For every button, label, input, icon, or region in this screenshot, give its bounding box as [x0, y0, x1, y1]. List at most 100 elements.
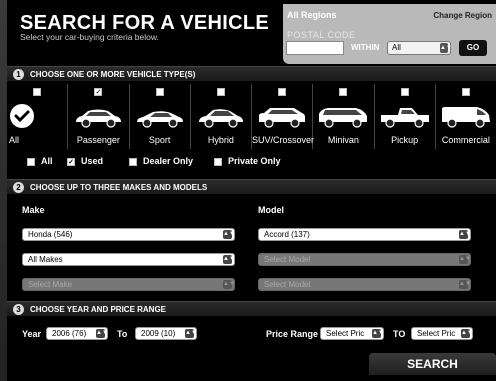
make-select-value: Honda (546) — [28, 230, 73, 239]
minivan-icon — [319, 108, 368, 128]
condition-all[interactable]: All — [27, 156, 53, 166]
section-title: CHOOSE YEAR AND PRICE RANGE — [30, 305, 167, 314]
hybrid-car-icon — [198, 109, 243, 128]
checkbox[interactable] — [33, 88, 42, 96]
price-to-label: TO — [393, 329, 406, 339]
search-button[interactable]: SEARCH — [369, 353, 496, 375]
vehicle-type-label: SUV/Crossover — [252, 135, 315, 145]
vehicle-type-grid: All ✓ Passenger Sport Hybrid SUV/Crossov… — [7, 84, 496, 149]
step-number: 1 — [13, 69, 24, 80]
checkbox[interactable] — [214, 157, 222, 166]
checkbox[interactable] — [27, 157, 35, 166]
vehicle-type-sport[interactable]: Sport — [130, 84, 191, 149]
checkbox[interactable] — [155, 88, 164, 96]
vehicle-type-hybrid[interactable]: Hybrid — [191, 84, 252, 149]
year-from-value: 2006 (76) — [52, 329, 87, 338]
left-edge — [0, 0, 7, 381]
checkbox[interactable] — [129, 157, 137, 166]
section-vehicle-type: 1 CHOOSE ONE OR MORE VEHICLE TYPE(S) — [7, 66, 496, 82]
select-arrows-icon: ▲▼ — [223, 255, 235, 264]
price-to-value: Select Pric — [417, 329, 456, 338]
condition-private-only[interactable]: Private Only — [214, 156, 281, 166]
vehicle-type-passenger[interactable]: ✓ Passenger — [68, 84, 130, 149]
vehicle-type-label: Passenger — [76, 135, 120, 145]
model-column-header: Model — [258, 205, 284, 215]
current-region: All Regions — [287, 10, 337, 20]
price-from-select[interactable]: Select Pric ▲▼ — [320, 327, 384, 340]
vehicle-type-label: Sport — [148, 135, 171, 145]
model-select-1[interactable]: Accord (137) ▲▼ — [258, 228, 471, 241]
select-arrows-icon: ▲▼ — [440, 43, 452, 53]
year-label: Year — [22, 329, 42, 339]
select-arrows-icon: ▲▼ — [459, 280, 471, 289]
year-to-select[interactable]: 2009 (10) ▲▼ — [135, 327, 197, 340]
checkbox[interactable] — [216, 88, 225, 96]
vehicle-search-panel: SEARCH FOR A VEHICLE Select your car-buy… — [7, 0, 496, 381]
model-select-3: Select Model ▲▼ — [258, 278, 471, 291]
price-range-label: Price Range — [266, 329, 319, 339]
year-to-label: To — [117, 329, 128, 339]
within-label: WITHIN — [351, 43, 380, 52]
vehicle-type-label: Hybrid — [207, 135, 234, 145]
select-arrows-icon: ▲▼ — [459, 230, 471, 239]
select-arrows-icon: ▲▼ — [461, 329, 473, 338]
suv-icon — [259, 108, 306, 128]
checkbox[interactable] — [278, 88, 287, 96]
section-year-price: 3 CHOOSE YEAR AND PRICE RANGE — [7, 301, 496, 317]
make-select-1[interactable]: Honda (546) ▲▼ — [22, 228, 235, 241]
region-box: All Regions Change Region POSTAL CODE WI… — [283, 4, 496, 64]
within-select[interactable]: All ▲▼ — [387, 41, 452, 55]
make-select-value: Select Make — [28, 280, 73, 289]
condition-label: Used — [81, 156, 104, 166]
price-to-select[interactable]: Select Pric ▲▼ — [411, 327, 473, 340]
model-select-2: Select Model ▲▼ — [258, 253, 471, 266]
make-select-3: Select Make ▲▼ — [22, 278, 235, 291]
price-from-value: Select Pric — [326, 329, 365, 338]
postal-code-label: POSTAL CODE — [287, 30, 356, 40]
within-select-value: All — [392, 43, 401, 52]
make-select-value: All Makes — [28, 255, 63, 264]
checkbox[interactable] — [461, 88, 470, 96]
condition-label: All — [41, 156, 53, 166]
select-arrows-icon: ▲▼ — [185, 329, 197, 338]
select-arrows-icon: ▲▼ — [459, 255, 471, 264]
vehicle-type-pickup[interactable]: Pickup — [375, 84, 436, 149]
model-select-value: Select Model — [264, 255, 311, 264]
vehicle-type-label: Pickup — [391, 135, 419, 145]
sport-car-icon — [136, 111, 183, 128]
change-region-link[interactable]: Change Region — [433, 11, 492, 20]
page-subtitle: Select your car-buying criteria below. — [20, 32, 159, 42]
select-arrows-icon: ▲▼ — [223, 230, 235, 239]
vehicle-type-minivan[interactable]: Minivan — [313, 84, 375, 149]
select-arrows-icon: ▲▼ — [223, 280, 235, 289]
make-select-2[interactable]: All Makes ▲▼ — [22, 253, 235, 266]
checkbox[interactable]: ✓ — [94, 88, 103, 96]
model-select-value: Select Model — [264, 280, 311, 289]
select-arrows-icon: ▲▼ — [372, 329, 384, 338]
year-from-select[interactable]: 2006 (76) ▲▼ — [46, 327, 108, 340]
vehicle-type-all[interactable]: All — [7, 84, 69, 149]
checkbox[interactable] — [400, 88, 409, 96]
select-arrows-icon: ▲▼ — [96, 329, 108, 338]
step-number: 2 — [13, 182, 24, 193]
condition-used[interactable]: ✓ Used — [67, 156, 103, 166]
section-title: CHOOSE UP TO THREE MAKES AND MODELS — [30, 183, 208, 192]
vehicle-type-label: All — [9, 135, 20, 145]
condition-label: Dealer Only — [143, 156, 194, 166]
year-to-value: 2009 (10) — [141, 329, 176, 338]
passenger-car-icon — [76, 109, 122, 128]
postal-code-input[interactable] — [286, 41, 344, 55]
checkbox[interactable] — [339, 88, 348, 96]
vehicle-type-commercial[interactable]: Commercial — [436, 84, 496, 149]
section-title: CHOOSE ONE OR MORE VEHICLE TYPE(S) — [30, 70, 196, 79]
condition-dealer-only[interactable]: Dealer Only — [129, 156, 193, 166]
vehicle-type-label: Minivan — [327, 135, 359, 145]
go-button[interactable]: GO — [459, 40, 487, 56]
step-number: 3 — [13, 304, 24, 315]
vehicle-type-suv-crossover[interactable]: SUV/Crossover — [252, 84, 315, 149]
all-checkmark-icon — [10, 104, 34, 128]
condition-label: Private Only — [228, 156, 281, 166]
make-column-header: Make — [22, 205, 45, 215]
checkbox[interactable]: ✓ — [67, 157, 75, 166]
commercial-van-icon — [441, 107, 490, 128]
